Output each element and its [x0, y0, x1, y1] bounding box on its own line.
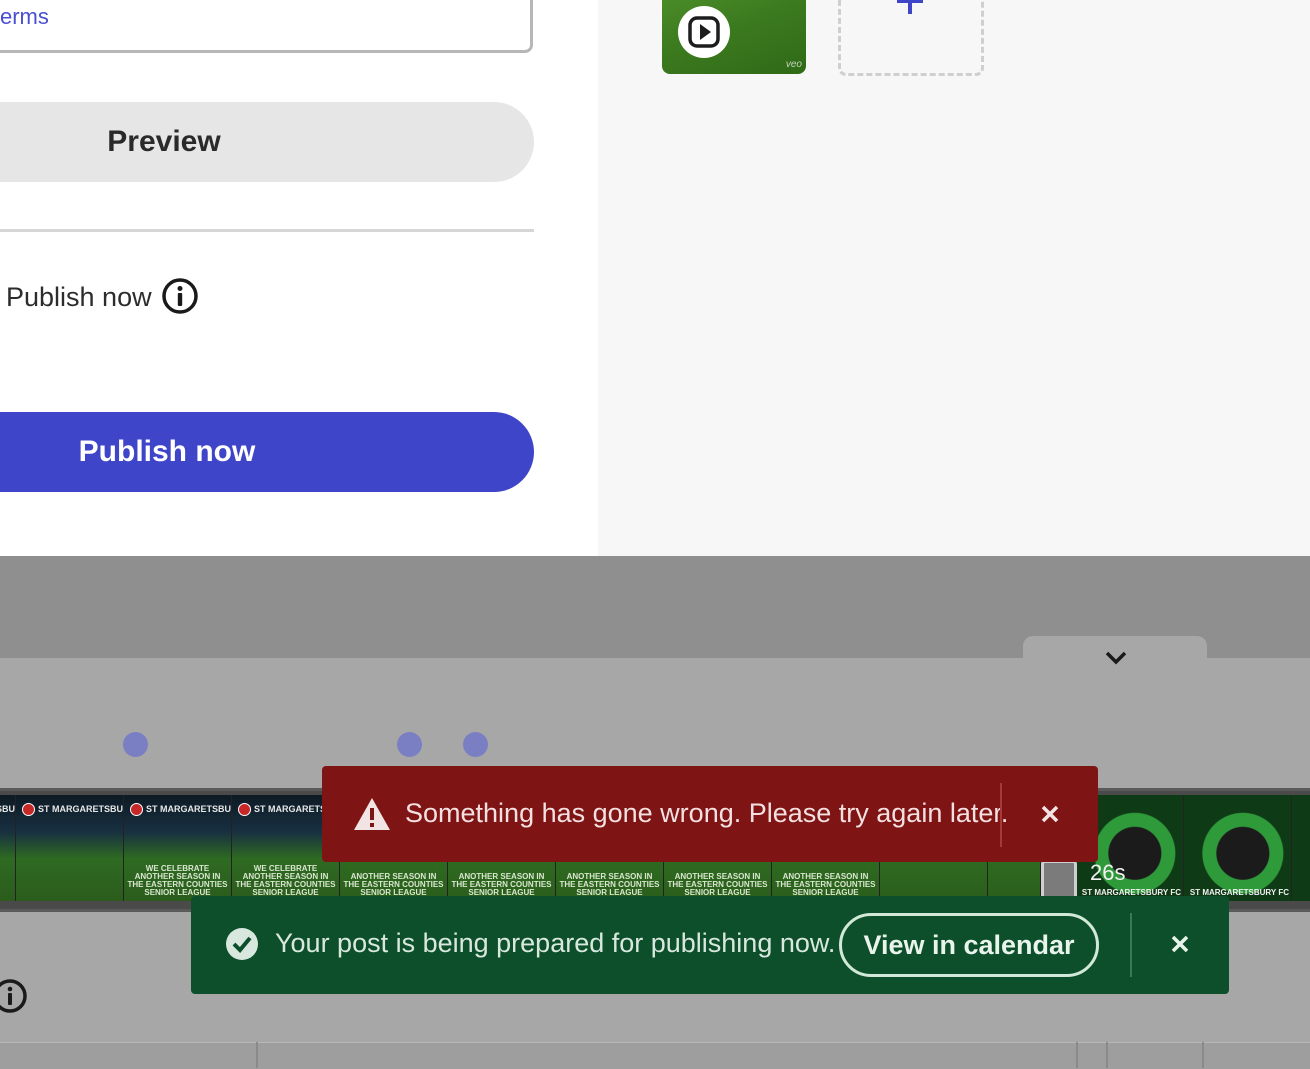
plus-icon[interactable] [896, 0, 924, 16]
frame-header: ST MARGARETSBURY FC [22, 803, 123, 816]
frame-header: ST MARGARETSBURY FC [130, 803, 231, 816]
terms-field[interactable] [0, 0, 533, 53]
checkmark-circle-icon [226, 928, 258, 960]
toast-divider [1130, 913, 1132, 977]
timeline-frame: ST MARGARETSBURY FC WE CELEBRATE ANOTHER… [124, 795, 232, 901]
frame-caption: ANOTHER SEASON IN THE EASTERN COUNTIES S… [451, 872, 552, 897]
publish-now-button[interactable]: Publish now [0, 412, 534, 492]
timeline-marker[interactable] [397, 732, 422, 757]
column-divider [1076, 1042, 1078, 1068]
play-icon[interactable] [677, 5, 731, 59]
info-icon[interactable] [0, 978, 28, 1014]
column-divider [1106, 1042, 1108, 1068]
warning-icon [354, 798, 390, 830]
bottom-toolbar [0, 1042, 1310, 1069]
frame-caption: ANOTHER SEASON IN THE EASTERN COUNTIES S… [343, 872, 444, 897]
column-divider [1202, 1042, 1204, 1068]
toast-divider [1000, 783, 1002, 847]
thumbnail-watermark: veo [785, 59, 802, 70]
frame-caption: WE CELEBRATE ANOTHER SEASON IN THE EASTE… [127, 864, 228, 897]
frame-caption: ANOTHER SEASON IN THE EASTERN COUNTIES S… [775, 872, 876, 897]
frame-caption: WE CELEBRATE ANOTHER SEASON IN THE EASTE… [235, 864, 336, 897]
timeline-frame: ST MARGARETSBURY FC [1184, 795, 1292, 901]
club-crest-icon [130, 803, 143, 816]
timeline-marker[interactable] [123, 732, 148, 757]
frame-header: ST MARGARETSBURY FC [0, 803, 15, 814]
column-divider [256, 1042, 258, 1068]
preview-button[interactable]: Preview [0, 102, 534, 182]
error-message: Something has gone wrong. Please try aga… [405, 798, 1009, 828]
timeline-frame: ST MARGARETSBURY FC [16, 795, 124, 901]
club-crest-icon [238, 803, 251, 816]
divider [0, 229, 534, 232]
chevron-down-icon[interactable] [1103, 645, 1129, 669]
publish-option-label: Publish now [6, 282, 152, 312]
club-crest-icon [22, 803, 35, 816]
success-message: Your post is being prepared for publishi… [275, 928, 836, 958]
close-icon [1171, 935, 1189, 953]
media-panel [598, 0, 1310, 556]
frame-caption: ANOTHER SEASON IN THE EASTERN COUNTIES S… [667, 872, 768, 897]
timeline-frame: ST MARGARETSBURY FC [0, 795, 16, 901]
close-success-button[interactable] [1166, 930, 1194, 958]
view-in-calendar-button[interactable]: View in calendar [839, 913, 1099, 977]
publish-now-button-label: Publish now [78, 435, 256, 468]
close-icon [1041, 805, 1059, 823]
frame-caption: ANOTHER SEASON IN THE EASTERN COUNTIES S… [559, 872, 660, 897]
terms-link[interactable]: erms [0, 4, 49, 30]
close-error-button[interactable] [1036, 800, 1064, 828]
info-icon[interactable] [161, 277, 199, 315]
duration-label: 26s [1090, 860, 1126, 885]
timeline-frame [1292, 795, 1310, 901]
timeline-marker[interactable] [463, 732, 488, 757]
preview-button-label: Preview [107, 125, 221, 158]
